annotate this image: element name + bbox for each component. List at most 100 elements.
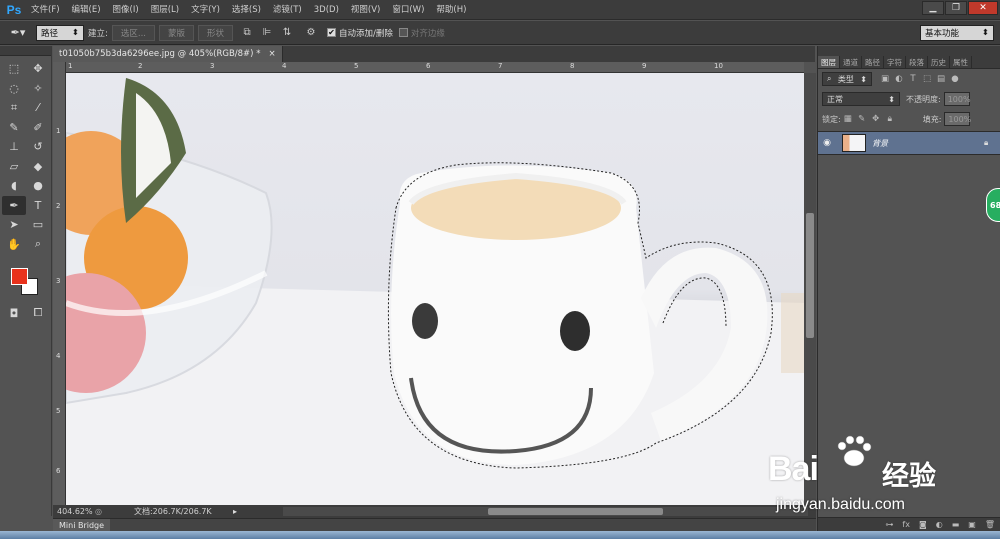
- status-info-icon[interactable]: ◎: [95, 507, 102, 516]
- ruler-label: 1: [68, 62, 73, 70]
- type-filter-icon[interactable]: T: [906, 72, 920, 86]
- menu-edit[interactable]: 编辑(E): [66, 0, 107, 20]
- menu-image[interactable]: 图像(I): [107, 0, 145, 20]
- blur-tool-icon[interactable]: ◖: [2, 176, 26, 196]
- eyedropper-tool-icon[interactable]: ⁄: [26, 98, 50, 118]
- menu-select[interactable]: 选择(S): [226, 0, 267, 20]
- magic-wand-tool-icon[interactable]: ✧: [26, 79, 50, 99]
- rectangle-tool-icon[interactable]: ▭: [26, 215, 50, 235]
- menu-view[interactable]: 视图(V): [345, 0, 386, 20]
- lock-transparency-icon[interactable]: ▦: [841, 112, 855, 126]
- shape-filter-icon[interactable]: ⬚: [920, 72, 934, 86]
- blend-mode-select[interactable]: 正常 ⬍: [822, 92, 900, 106]
- horizontal-scrollbar[interactable]: [283, 507, 808, 516]
- path-selection-tool-icon[interactable]: ➤: [2, 215, 26, 235]
- adjustment-filter-icon[interactable]: ◐: [892, 72, 906, 86]
- opacity-field[interactable]: 100%: [943, 92, 971, 106]
- minimize-button[interactable]: ▁: [922, 1, 944, 15]
- tab-layers[interactable]: 图层: [818, 56, 840, 68]
- clone-stamp-tool-icon[interactable]: ⊥: [2, 137, 26, 157]
- horizontal-ruler: 1 2 3 4 5 6 7 8 9 10: [66, 62, 804, 73]
- vertical-scrollbar[interactable]: [804, 73, 816, 505]
- ruler-label: 3: [56, 277, 61, 285]
- smart-object-filter-icon[interactable]: ▤: [934, 72, 948, 86]
- paint-bucket-tool-icon[interactable]: ◆: [26, 157, 50, 177]
- menu-help[interactable]: 帮助(H): [430, 0, 472, 20]
- screen-mode-icon[interactable]: ⧠: [26, 304, 50, 322]
- pen-tool-preset-icon[interactable]: ✒▾: [0, 23, 36, 43]
- new-layer-icon[interactable]: ▣: [968, 520, 976, 529]
- path-operations-icon[interactable]: ⧉: [239, 25, 255, 41]
- gear-icon[interactable]: ⚙: [303, 25, 319, 41]
- link-layers-icon[interactable]: ⊶: [885, 520, 893, 529]
- menu-type[interactable]: 文字(Y): [185, 0, 226, 20]
- brush-tool-icon[interactable]: ✐: [26, 118, 50, 138]
- lasso-tool-icon[interactable]: ◌: [2, 79, 26, 99]
- ruler-label: 4: [282, 62, 287, 70]
- path-alignment-icon[interactable]: ⊫: [259, 25, 275, 41]
- path-arrangement-icon[interactable]: ⇅: [279, 25, 295, 41]
- crop-tool-icon[interactable]: ⌗: [2, 98, 26, 118]
- horizontal-scroll-thumb[interactable]: [488, 508, 663, 515]
- filter-toggle-icon[interactable]: ●: [948, 72, 962, 86]
- lock-all-icon[interactable]: 🔒︎: [883, 112, 897, 126]
- tab-channels[interactable]: 通道: [840, 56, 862, 68]
- auto-add-delete-checkbox[interactable]: ✔: [327, 28, 337, 37]
- pen-tool-icon[interactable]: ✒: [2, 195, 26, 215]
- tab-properties[interactable]: 属性: [950, 56, 972, 68]
- restore-button[interactable]: ❐: [945, 1, 967, 15]
- tab-history[interactable]: 历史: [928, 56, 950, 68]
- make-selection-button[interactable]: 选区...: [111, 24, 155, 41]
- dodge-tool-icon[interactable]: ●: [26, 176, 50, 196]
- close-button[interactable]: ✕: [968, 1, 998, 15]
- tab-character[interactable]: 字符: [884, 56, 906, 68]
- menu-filter[interactable]: 滤镜(T): [267, 0, 308, 20]
- menu-layer[interactable]: 图层(L): [145, 0, 185, 20]
- hand-tool-icon[interactable]: ✋: [2, 235, 26, 255]
- panel-header[interactable]: [818, 46, 1000, 56]
- close-tab-icon[interactable]: ×: [268, 49, 275, 59]
- adjustment-layer-icon[interactable]: ◐: [936, 520, 943, 529]
- history-brush-tool-icon[interactable]: ↺: [26, 137, 50, 157]
- lock-pixels-icon[interactable]: ✎: [855, 112, 869, 126]
- chevron-down-icon: ⬍: [860, 74, 867, 84]
- eye-icon[interactable]: ◉: [818, 138, 836, 148]
- delete-layer-icon[interactable]: 🗑︎: [985, 520, 995, 529]
- workspace-select[interactable]: 基本功能 ⬍: [920, 25, 994, 41]
- mini-bridge-tab[interactable]: Mini Bridge: [53, 518, 111, 532]
- menu-3d[interactable]: 3D(D): [308, 0, 345, 20]
- lock-position-icon[interactable]: ✥: [869, 112, 883, 126]
- document-tab[interactable]: t01050b75b3da6296ee.jpg @ 405%(RGB/8#) *…: [53, 46, 283, 62]
- new-group-icon[interactable]: ▬: [952, 520, 960, 529]
- tab-paragraph[interactable]: 段落: [906, 56, 928, 68]
- layer-row-background[interactable]: ◉ 背景 🔒︎: [818, 131, 1000, 155]
- zoom-level[interactable]: 404.62%: [57, 507, 93, 516]
- quick-mask-icon[interactable]: ◘: [2, 304, 26, 322]
- foreground-color-swatch[interactable]: [11, 268, 28, 285]
- cup-right-eye: [560, 311, 590, 351]
- move-tool-icon[interactable]: ✥: [26, 59, 50, 79]
- marquee-tool-icon[interactable]: ⬚: [2, 59, 26, 79]
- vertical-scroll-thumb[interactable]: [806, 213, 814, 338]
- layer-filter-select[interactable]: ⌕ 类型 ⬍: [822, 72, 872, 86]
- healing-brush-tool-icon[interactable]: ✎: [2, 118, 26, 138]
- tab-paths[interactable]: 路径: [862, 56, 884, 68]
- side-badge[interactable]: 68: [986, 188, 1000, 222]
- layer-style-icon[interactable]: fx: [902, 520, 910, 529]
- zoom-tool-icon[interactable]: ⌕: [26, 235, 50, 255]
- make-shape-button[interactable]: 形状: [198, 24, 234, 41]
- document-canvas[interactable]: [66, 73, 804, 505]
- fill-field[interactable]: 100%: [944, 112, 971, 126]
- status-menu-arrow-icon[interactable]: ▸: [233, 507, 237, 516]
- eraser-tool-icon[interactable]: ▱: [2, 157, 26, 177]
- menu-file[interactable]: 文件(F): [25, 0, 66, 20]
- make-mask-button[interactable]: 蒙版: [158, 24, 194, 41]
- add-mask-icon[interactable]: ◙: [919, 520, 927, 529]
- toolbox-header[interactable]: [0, 46, 51, 56]
- menu-window[interactable]: 窗口(W): [386, 0, 430, 20]
- align-edges-checkbox[interactable]: [398, 28, 408, 37]
- pen-mode-select[interactable]: 路径 ⬍: [36, 24, 84, 41]
- pixel-filter-icon[interactable]: ▣: [878, 72, 892, 86]
- type-tool-icon[interactable]: T: [26, 196, 50, 216]
- lock-icon: 🔒︎: [984, 138, 989, 147]
